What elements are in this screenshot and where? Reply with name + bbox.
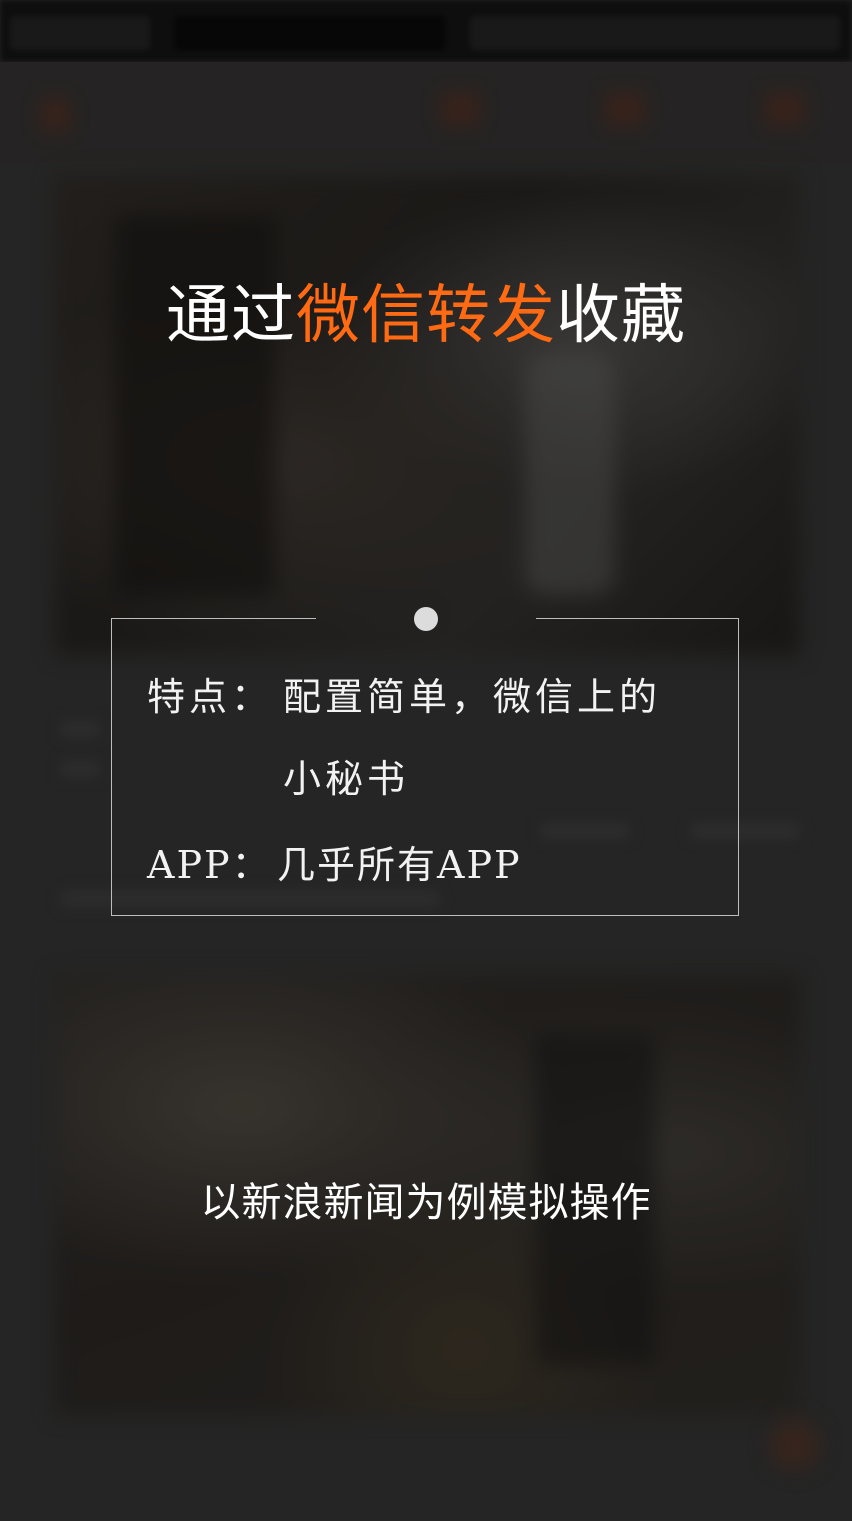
app-label: APP： [147,843,272,887]
feature-label: 特点： [147,675,274,719]
feature-value-line1: 配置简单，微信上的 [283,675,662,719]
info-box-top-border-right [536,618,739,619]
headline: 通过微信转发收藏 [0,276,852,356]
tutorial-overlay-screen: 通过微信转发收藏 特点： 配置简单，微信上的 小秘书 APP： 几乎所有APP … [0,0,852,1521]
info-box-top-border-left [111,618,316,619]
headline-highlight: 微信转发 [296,279,556,353]
feature-value-line2: 小秘书 [283,757,410,801]
bullet-dot-icon [414,607,438,631]
headline-suffix: 收藏 [556,279,686,353]
headline-prefix: 通过 [166,279,296,353]
caption: 以新浪新闻为例模拟操作 [200,1180,652,1226]
app-value: 几乎所有APP [277,843,522,887]
